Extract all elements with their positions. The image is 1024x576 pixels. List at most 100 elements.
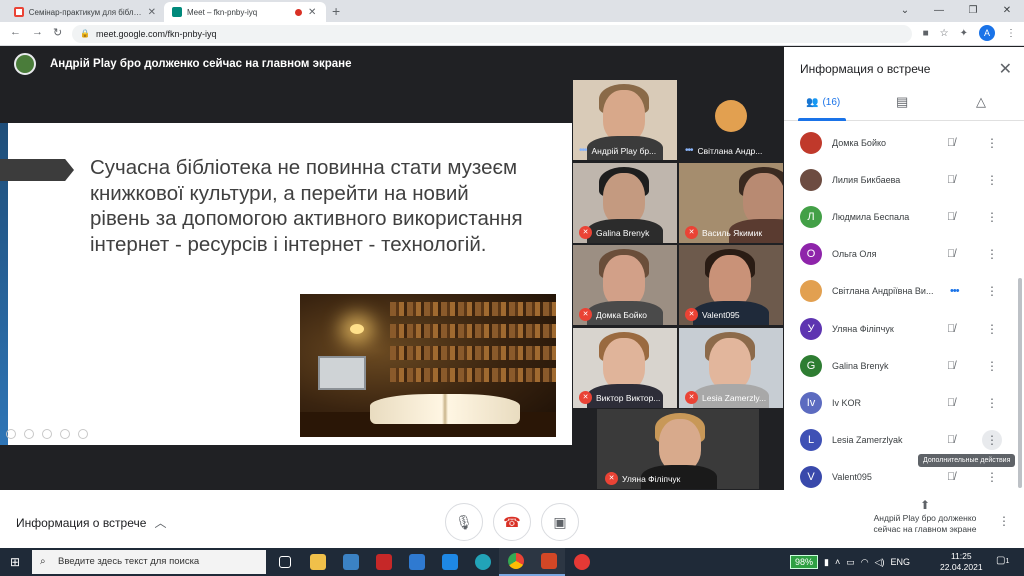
powerpoint-icon[interactable] — [532, 548, 565, 576]
chrome-icon[interactable] — [499, 548, 532, 576]
back-icon[interactable]: ← — [10, 26, 21, 38]
close-tab-icon[interactable]: ✕ — [148, 7, 156, 18]
camera-toggle-button[interactable]: ▣ — [541, 503, 579, 541]
mic-off-icon: 🎙̸ — [947, 173, 956, 186]
tab-activities[interactable]: △ — [976, 94, 986, 110]
meeting-info-button[interactable]: Информация о встрече ︿ — [16, 514, 166, 531]
meet-stage: Андрій Play бро долженко сейчас на главн… — [0, 47, 784, 490]
more-actions-icon[interactable]: ⋮ — [982, 207, 1002, 227]
people-count: (16) — [822, 97, 841, 108]
close-window-button[interactable]: ✕ — [990, 0, 1024, 22]
participant-tile[interactable]: ✕ Василь Якимик — [679, 163, 783, 243]
list-item[interactable]: Л Людмила Беспала 🎙̸ ⋮ — [784, 198, 1016, 235]
tab-people[interactable]: 👥 (16) — [806, 97, 840, 108]
participant-tile[interactable]: ••• Андрій Play бр... — [573, 80, 677, 160]
volume-icon[interactable]: ◁) — [875, 557, 885, 568]
more-actions-icon[interactable]: ⋮ — [982, 244, 1002, 264]
participant-tile[interactable]: ••• Світлана Андр... — [679, 80, 783, 160]
task-view-icon[interactable] — [268, 548, 301, 576]
more-actions-icon[interactable]: ⋮ — [982, 281, 1002, 301]
participant-tile[interactable]: ✕ Lesia Zamerzly... — [679, 328, 783, 408]
battery-indicator[interactable]: 98% — [790, 555, 819, 569]
more-actions-icon[interactable]: ⋮ — [982, 319, 1002, 339]
panel-scrollbar[interactable] — [1018, 140, 1022, 490]
maximize-button[interactable]: ❐ — [956, 0, 990, 22]
taskbar-clock[interactable]: 11:25 22.04.2021 — [940, 551, 983, 573]
list-item[interactable]: О Ольга Оля 🎙̸ ⋮ — [784, 236, 1016, 273]
list-item[interactable]: Iv Iv KOR 🎙̸ ⋮ — [784, 384, 1016, 421]
participant-name: Світлана Андріївна Ви... — [832, 286, 934, 297]
taskbar-search-input[interactable]: ⌕ Введите здесь текст для поиска — [32, 550, 266, 574]
menu-icon[interactable]: ⋮ — [1006, 28, 1016, 39]
chevron-up-icon: ︿ — [154, 516, 167, 530]
reload-icon[interactable]: ↻ — [53, 26, 62, 39]
star-icon[interactable]: ☆ — [940, 28, 949, 39]
participant-tile[interactable]: ✕ Виктор Виктор... — [573, 328, 677, 408]
chevron-up-icon[interactable]: ˄ — [835, 557, 840, 567]
antivirus-icon[interactable] — [367, 548, 400, 576]
battery-icon[interactable]: ▮ — [824, 557, 829, 568]
more-actions-icon[interactable]: ⋮ — [982, 356, 1002, 376]
pen-icon[interactable] — [42, 429, 52, 439]
camera-icon: ▣ — [553, 514, 567, 530]
participant-tile[interactable]: ✕ Galina Brenyk — [573, 163, 677, 243]
opera-icon[interactable] — [565, 548, 598, 576]
avatar: Л — [800, 205, 822, 228]
mic-toggle-button[interactable]: 🎙 — [445, 503, 483, 541]
tab-seminar[interactable]: Семінар-практикум для бібліот ✕ — [6, 2, 164, 22]
list-item[interactable]: У Уляна Філіпчук 🎙̸ ⋮ — [784, 310, 1016, 347]
more-actions-icon[interactable]: ⋮ — [982, 467, 1002, 487]
participant-tile[interactable]: ✕ Домка Бойко — [573, 245, 677, 325]
participant-tile[interactable]: ✕ Уляна Філіпчук — [597, 409, 759, 489]
participant-name: Valent095 — [832, 472, 872, 483]
next-slide-icon[interactable] — [24, 429, 34, 439]
language-indicator[interactable]: ENG — [891, 557, 911, 567]
edge-icon[interactable] — [466, 548, 499, 576]
avatar[interactable]: A — [979, 25, 995, 41]
more-actions-icon[interactable]: ⋮ — [982, 170, 1002, 190]
tab-meet[interactable]: Meet – fkn-pnby-iyq ✕ — [164, 2, 326, 22]
mic-off-icon: ✕ — [579, 226, 592, 239]
zoom-icon[interactable] — [60, 429, 70, 439]
windows-taskbar: ⊞ ⌕ Введите здесь текст для поиска 98% ▮… — [0, 548, 1024, 576]
meeting-info-panel: Информация о встрече ✕ 👥 (16) ▤ △ Домка … — [784, 47, 1024, 490]
avatar: G — [800, 354, 822, 377]
mail-icon[interactable] — [400, 548, 433, 576]
more-actions-icon[interactable]: ⋮ — [982, 393, 1002, 413]
chevron-down-icon[interactable]: ⌄ — [888, 0, 922, 22]
list-item[interactable]: Світлана Андріївна Ви... ••• ⋮ — [784, 273, 1016, 310]
list-item[interactable]: Домка Бойко 🎙̸ ⋮ — [784, 124, 1016, 161]
list-item[interactable]: Лилия Бикбаева 🎙̸ ⋮ — [784, 161, 1016, 198]
prev-slide-icon[interactable] — [6, 429, 16, 439]
avatar: V — [800, 466, 822, 489]
list-item[interactable]: G Galina Brenyk 🎙̸ ⋮ — [784, 347, 1016, 384]
participant-tile[interactable]: ✕ Valent095 — [679, 245, 783, 325]
more-actions-icon[interactable]: ⋮ — [982, 133, 1002, 153]
store-icon[interactable] — [334, 548, 367, 576]
tab-chat[interactable]: ▤ — [896, 94, 908, 110]
forward-icon[interactable]: → — [32, 26, 43, 38]
close-tab-icon[interactable]: ✕ — [308, 7, 316, 18]
notifications-icon[interactable]: ▢1 — [996, 555, 1009, 566]
lock-icon: 🔒 — [80, 29, 90, 38]
url-input[interactable]: 🔒 meet.google.com/fkn-pnby-iyq — [72, 25, 912, 43]
file-explorer-icon[interactable] — [301, 548, 334, 576]
tile-name: Galina Brenyk — [596, 227, 650, 238]
camera-icon[interactable]: ■ — [923, 28, 929, 39]
presenting-button[interactable]: ⬆ Андрій Play бро долженко сейчас на гла… — [868, 499, 982, 535]
end-call-button[interactable]: ☎ — [493, 503, 531, 541]
camera-app-icon[interactable] — [433, 548, 466, 576]
windows-start-icon[interactable]: ⊞ — [0, 548, 30, 576]
minimize-button[interactable]: — — [922, 0, 956, 22]
more-icon[interactable] — [78, 429, 88, 439]
more-actions-icon[interactable]: ⋮ — [982, 430, 1002, 451]
network-icon[interactable]: ▭ — [846, 557, 855, 568]
participant-name: Lesia Zamerzlyak — [832, 435, 903, 446]
extensions-icon[interactable]: ✦ — [960, 28, 968, 39]
wifi-icon[interactable]: ◠ — [861, 557, 869, 568]
more-options-icon[interactable]: ⋮ — [998, 514, 1010, 528]
mic-off-icon: 🎙̸ — [947, 136, 956, 149]
new-tab-button[interactable]: + — [332, 3, 340, 19]
slide-arrow-shape — [0, 159, 74, 181]
close-icon[interactable]: ✕ — [999, 59, 1012, 79]
